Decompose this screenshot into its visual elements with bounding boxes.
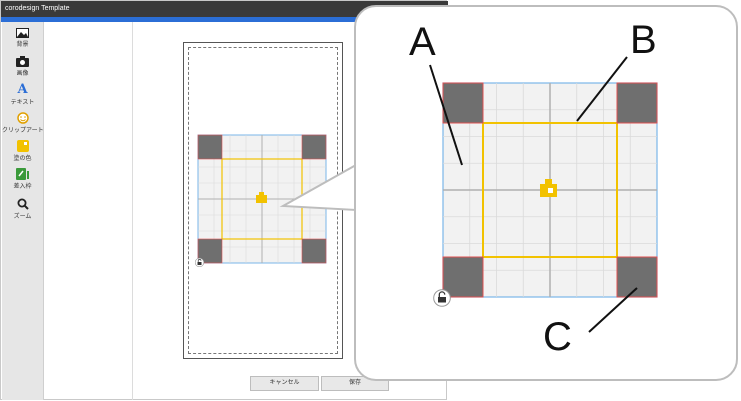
tool-label: クリップアート bbox=[2, 128, 44, 134]
image-icon bbox=[16, 28, 29, 38]
text-A-icon: A bbox=[17, 82, 28, 97]
window-title: corodesign Template bbox=[5, 5, 70, 12]
tool-label: 差入枠 bbox=[13, 184, 32, 190]
insert-frame-zoomed bbox=[442, 82, 658, 298]
cancel-button[interactable]: キャンセル bbox=[250, 376, 319, 391]
tool-image[interactable]: 画像 bbox=[2, 56, 43, 77]
tool-label: 背景 bbox=[16, 42, 29, 48]
panel-divider bbox=[132, 22, 133, 400]
lock-open-icon[interactable] bbox=[195, 258, 204, 267]
tool-label: テキスト bbox=[10, 100, 35, 106]
tool-background[interactable]: 背景 bbox=[2, 28, 43, 48]
label-B: B bbox=[630, 18, 657, 62]
tool-fill-color[interactable]: 塗の色 bbox=[2, 140, 43, 162]
left-toolbar: 背景 画像 A テキスト クリップアート 塗の色 差入枠 ズーム bbox=[2, 22, 44, 400]
label-A: A bbox=[409, 20, 436, 64]
smiley-icon bbox=[16, 112, 29, 124]
tool-insert-frame[interactable]: 差入枠 bbox=[2, 168, 43, 190]
insert-frame-icon bbox=[15, 168, 29, 180]
magnifier-icon bbox=[17, 198, 29, 210]
camera-icon bbox=[16, 56, 29, 67]
tool-clipart[interactable]: クリップアート bbox=[2, 112, 44, 134]
tool-label: ズーム bbox=[13, 214, 32, 220]
tool-label: 画像 bbox=[16, 71, 29, 77]
insert-frame-small[interactable] bbox=[197, 134, 328, 265]
tool-zoom[interactable]: ズーム bbox=[2, 198, 43, 220]
label-C: C bbox=[543, 315, 572, 359]
lock-open-icon bbox=[433, 289, 451, 307]
tool-text[interactable]: A テキスト bbox=[2, 82, 43, 106]
color-fill-icon bbox=[16, 140, 29, 152]
tool-label: 塗の色 bbox=[13, 156, 32, 162]
